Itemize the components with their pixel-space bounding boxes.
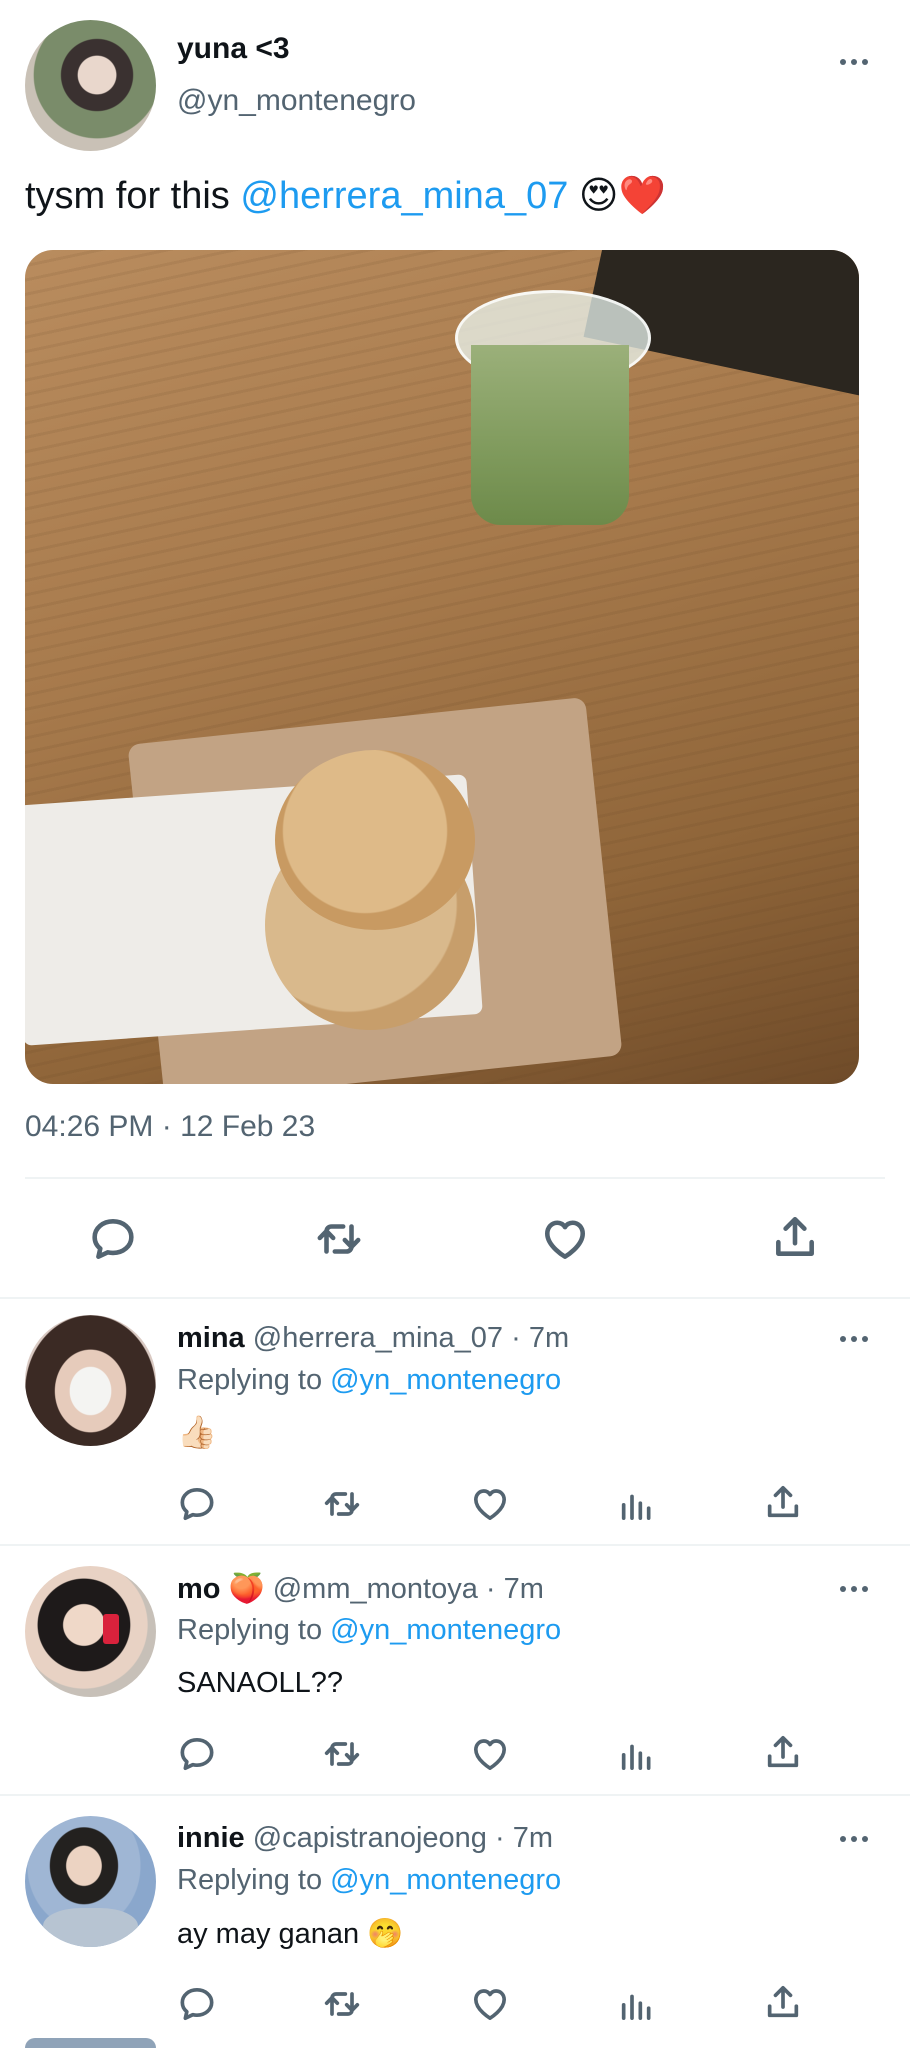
replying-to-handle[interactable]: @yn_montenegro [330, 1864, 561, 1896]
share-upload-icon[interactable] [770, 1212, 820, 1262]
photo-cookie-top [275, 750, 475, 930]
replying-to-line: Replying to @yn_montenegro [177, 1364, 561, 1397]
tweet-emoji: 😍❤️ [578, 175, 666, 217]
reply-divider [0, 1544, 910, 1546]
reply-handle[interactable]: @herrera_mina_07 [253, 1322, 503, 1354]
reply-avatar[interactable] [25, 1816, 156, 1947]
more-dots-icon[interactable] [840, 1836, 868, 1842]
comment-bubble-icon[interactable] [88, 1214, 138, 1264]
replying-to-label: Replying to [177, 1864, 323, 1896]
comment-bubble-icon[interactable] [177, 1484, 217, 1524]
tweet-timestamp: 04:26 PM · 12 Feb 23 [25, 1110, 316, 1143]
author-display-name[interactable]: yuna <3 [177, 32, 290, 66]
tweet-text: tysm for this @herrera_mina_07 😍❤️ [25, 173, 666, 218]
reply-display-name[interactable]: mina [177, 1322, 245, 1354]
replying-to-label: Replying to [177, 1614, 323, 1646]
reply-text-emoji: 🤭 [367, 1918, 404, 1950]
comment-bubble-icon[interactable] [177, 1984, 217, 2024]
replying-to-handle[interactable]: @yn_montenegro [330, 1614, 561, 1646]
tweet-photo[interactable] [25, 250, 859, 1084]
reply-display-name[interactable]: innie [177, 1822, 245, 1854]
author-avatar[interactable] [25, 20, 156, 151]
share-upload-icon[interactable] [763, 1732, 803, 1772]
tweet-mention-link[interactable]: @herrera_mina_07 [240, 175, 568, 217]
reply-name-emoji: 🍑 [228, 1573, 265, 1605]
reply-time[interactable]: · 7m [511, 1322, 569, 1354]
retweet-icon[interactable] [312, 1214, 366, 1264]
reply-text-emoji: 👍🏻 [177, 1414, 217, 1450]
analytics-bars-icon[interactable] [617, 1484, 657, 1524]
reply-time[interactable]: · 7m [486, 1573, 544, 1605]
section-divider [0, 1297, 910, 1299]
replying-to-label: Replying to [177, 1364, 323, 1396]
heart-icon[interactable] [470, 1734, 510, 1774]
replying-to-line: Replying to @yn_montenegro [177, 1864, 561, 1897]
more-dots-icon[interactable] [840, 1586, 868, 1592]
heart-icon[interactable] [470, 1984, 510, 2024]
reply-text: ay may ganan 🤭 [177, 1917, 403, 1951]
reply-divider [0, 1794, 910, 1796]
next-reply-avatar-partial[interactable] [25, 2038, 156, 2048]
tweet-text-body: tysm for this [25, 175, 241, 217]
comment-bubble-icon[interactable] [177, 1734, 217, 1774]
reply-avatar[interactable] [25, 1315, 156, 1446]
timestamp-divider [25, 1177, 885, 1179]
reply-text: SANAOLL?? [177, 1667, 343, 1700]
reply-text-body: SANAOLL?? [177, 1667, 344, 1699]
replying-to-handle[interactable]: @yn_montenegro [330, 1364, 561, 1396]
share-upload-icon[interactable] [763, 1482, 803, 1522]
reply-text-body: ay may ganan [177, 1918, 368, 1950]
reply-time[interactable]: · 7m [495, 1822, 553, 1854]
analytics-bars-icon[interactable] [617, 1984, 657, 2024]
replying-to-line: Replying to @yn_montenegro [177, 1614, 561, 1647]
photo-matcha-cup [455, 290, 651, 540]
retweet-icon[interactable] [320, 1484, 364, 1524]
reply-handle[interactable]: @mm_montoya [273, 1573, 478, 1605]
reply-avatar[interactable] [25, 1566, 156, 1697]
heart-icon[interactable] [540, 1214, 590, 1264]
reply-header: mo 🍑 @mm_montoya · 7m [177, 1572, 544, 1606]
retweet-icon[interactable] [320, 1734, 364, 1774]
author-handle[interactable]: @yn_montenegro [177, 84, 416, 118]
heart-icon[interactable] [470, 1484, 510, 1524]
reply-handle[interactable]: @capistranojeong [253, 1822, 487, 1854]
reply-header: innie @capistranojeong · 7m [177, 1822, 553, 1855]
more-dots-icon[interactable] [840, 1336, 868, 1342]
more-dots-icon[interactable] [840, 59, 868, 65]
reply-display-name[interactable]: mo [177, 1573, 221, 1605]
reply-text: 👍🏻 [177, 1413, 217, 1451]
analytics-bars-icon[interactable] [617, 1734, 657, 1774]
share-upload-icon[interactable] [763, 1982, 803, 2022]
retweet-icon[interactable] [320, 1984, 364, 2024]
reply-header: mina @herrera_mina_07 · 7m [177, 1322, 569, 1355]
